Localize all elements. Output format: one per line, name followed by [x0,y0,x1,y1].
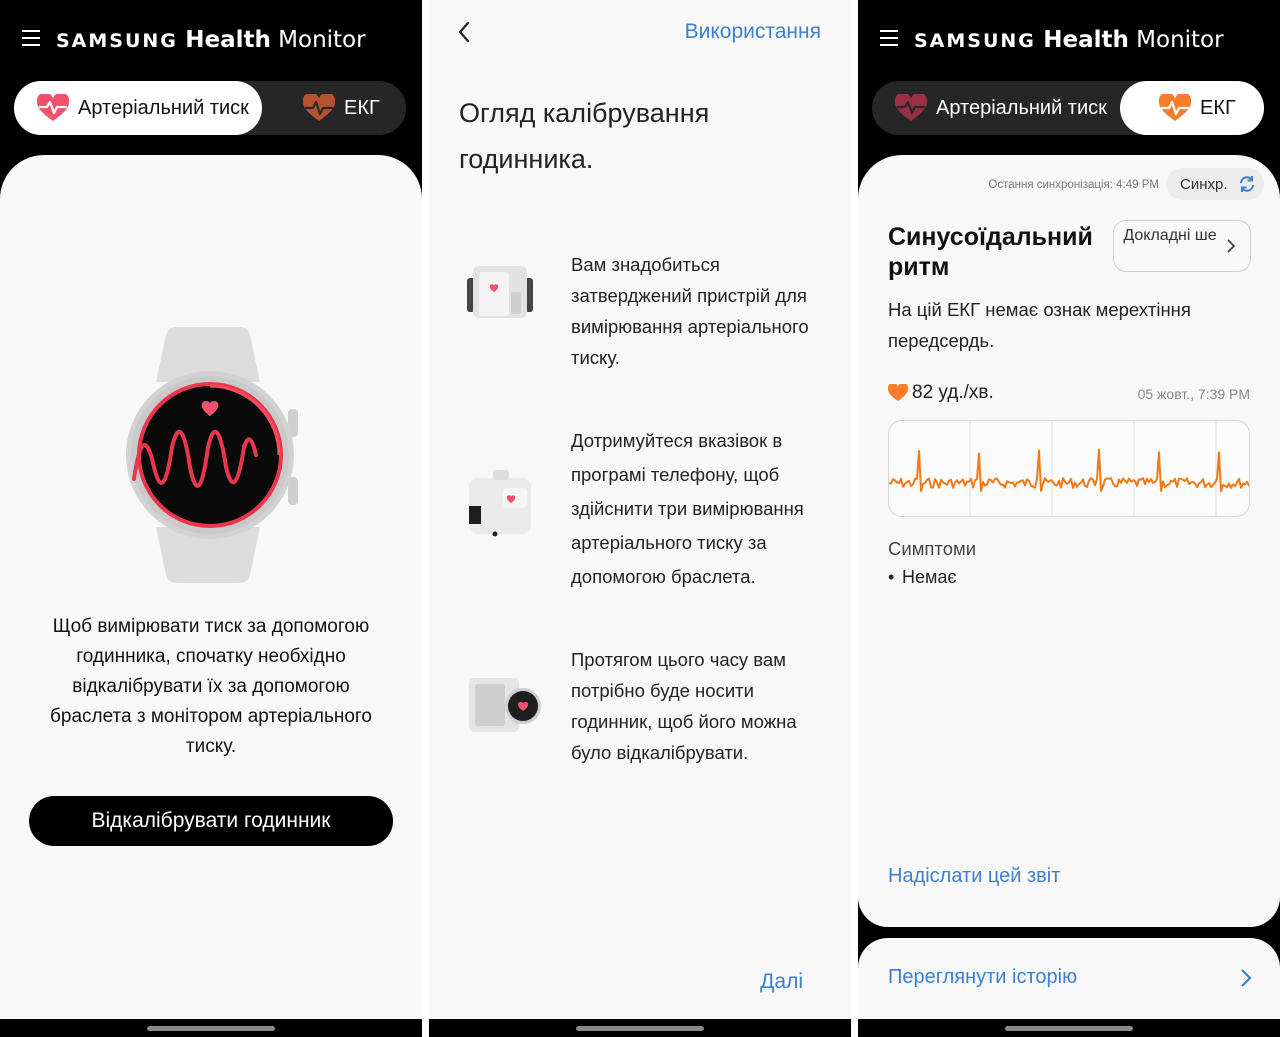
ecg-result-title: Синусоїдальний ритм [888,223,1093,281]
brand-samsung: SAMSUNG [914,30,1036,52]
calibrate-watch-button[interactable]: Відкалібрувати годинник [29,796,393,846]
app-header: SAMSUNG Health Monitor [858,0,1280,80]
system-nav-bar [429,1019,851,1037]
app-title: SAMSUNG Health Monitor [56,27,366,53]
brand-samsung: SAMSUNG [56,30,178,52]
screen-blood-pressure: SAMSUNG Health Monitor Артеріальний тиск… [0,0,422,1037]
symptoms-title: Симптоми [888,538,977,559]
next-button[interactable]: Далі [760,970,803,994]
heart-ecg-icon [1158,94,1192,121]
details-button-label: Докладні ше [1123,227,1217,244]
tab-blood-pressure-label: Артеріальний тиск [936,96,1107,119]
system-nav-bar [858,1019,1280,1037]
ecg-chart [888,420,1250,517]
tab-ecg[interactable]: ЕКГ [1120,81,1264,135]
last-sync-text: Остання синхронізація: 4:49 PM [988,179,1159,191]
home-indicator[interactable] [1005,1026,1133,1031]
sync-button[interactable]: Синхр. [1166,168,1264,200]
page-title: Огляд калібрування годинника. [459,98,710,174]
back-icon[interactable] [453,20,477,44]
brand-monitor: Monitor [1136,27,1224,53]
app-header: SAMSUNG Health Monitor [0,0,422,80]
sync-icon [1240,176,1254,192]
step-2-text: Дотримуйтеся вказівок в програмі телефон… [571,430,804,587]
calibration-description: Щоб вимірювати тиск за допомогою годинни… [50,616,372,757]
step-1-text: Вам знадобиться затверджений пристрій дл… [571,254,809,368]
tab-ecg[interactable]: ЕКГ [298,81,406,135]
usage-link[interactable]: Використання [685,20,821,44]
phone-cuff-icon [469,470,531,537]
tab-ecg-label: ЕКГ [344,96,380,119]
tab-ecg-label: ЕКГ [1200,96,1236,119]
view-history-link[interactable]: Переглянути історію [888,966,1077,989]
sync-button-label: Синхр. [1180,175,1228,193]
screen-calibration-overview: Використання Огляд калібрування годинник… [429,0,851,1037]
brand-monitor: Monitor [278,27,366,53]
symptom-item: • Немає [888,567,957,588]
tab-blood-pressure[interactable]: Артеріальний тиск [14,81,262,135]
tab-bar: Артеріальний тиск ЕКГ [14,81,406,135]
chevron-right-icon [1227,239,1236,253]
ecg-date: 05 жовт., 7:39 PM [1137,386,1250,402]
send-report-link[interactable]: Надіслати цей звіт [888,865,1060,888]
app-title: SAMSUNG Health Monitor [914,27,1224,53]
menu-icon[interactable] [22,30,40,48]
tab-bar: Артеріальний тиск ЕКГ [872,81,1264,135]
ecg-waveform [889,421,1249,516]
heart-ecg-icon [302,94,336,121]
symptom-item-text: Немає [902,567,957,587]
brand-health: Health [1043,27,1129,53]
ecg-result-description: На цій ЕКГ немає ознак мерехтіння передс… [888,299,1191,351]
brand-health: Health [185,27,271,53]
details-button[interactable]: Докладні ше [1113,220,1251,272]
bp-monitor-icon [467,266,533,318]
watch-calibration-icon [469,678,541,732]
home-indicator[interactable] [147,1026,275,1031]
heart-pulse-icon [36,94,70,121]
screen-ecg: SAMSUNG Health Monitor Артеріальний тиск… [858,0,1280,1037]
heart-icon [888,384,908,401]
content-card: Щоб вимірювати тиск за допомогою годинни… [0,155,422,1019]
heart-rate-value: 82 уд./хв. [912,382,994,403]
step-3-text: Протягом цього часу вам потрібно буде но… [571,649,797,763]
bullet: • [888,567,895,587]
system-nav-bar [0,1019,422,1037]
heart-rate: 82 уд./хв. [888,382,994,404]
home-indicator[interactable] [576,1026,704,1031]
menu-icon[interactable] [880,30,898,48]
history-card[interactable]: Переглянути історію [858,938,1280,1022]
heart-pulse-icon [894,94,928,121]
chevron-right-icon [1241,969,1252,987]
tab-blood-pressure-label: Артеріальний тиск [78,96,249,119]
watch-illustration [126,327,298,583]
ecg-result-card: Остання синхронізація: 4:49 PM Синхр. Си… [858,155,1280,927]
tab-blood-pressure[interactable]: Артеріальний тиск [872,81,1120,135]
